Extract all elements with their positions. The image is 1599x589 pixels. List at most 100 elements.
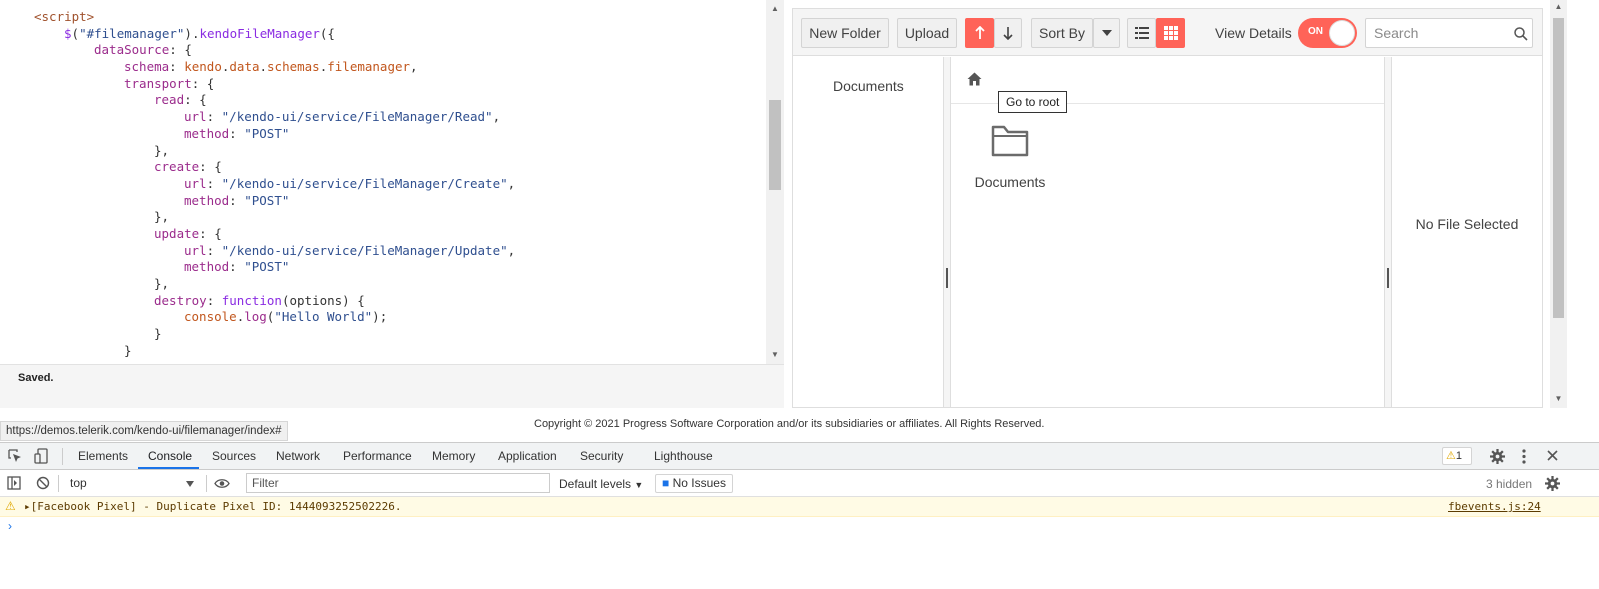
code-line[interactable]: transport: { — [0, 76, 515, 93]
search-input[interactable] — [1366, 19, 1506, 47]
code-line[interactable]: url: "/kendo-ui/service/FileManager/Read… — [0, 109, 515, 126]
warning-icon: ⚠ — [1446, 450, 1456, 462]
sort-ascending-button[interactable] — [965, 18, 994, 48]
code-token: schema — [124, 59, 170, 75]
scroll-up-arrow-icon[interactable]: ▲ — [766, 2, 784, 16]
view-details-switch[interactable]: ON — [1298, 18, 1357, 48]
code-line[interactable]: destroy: function(options) { — [0, 293, 515, 310]
code-token: : — [206, 175, 222, 191]
code-token: : { — [191, 75, 215, 91]
caret-down-icon — [1102, 30, 1112, 36]
console-settings-gear-icon[interactable] — [1545, 476, 1560, 491]
code-line[interactable]: read: { — [0, 92, 515, 109]
code-line[interactable]: url: "/kendo-ui/service/FileManager/Upda… — [0, 243, 515, 260]
grid-view-button[interactable] — [1156, 18, 1185, 48]
code-token: kendo — [184, 59, 222, 75]
code-token: destroy — [154, 292, 207, 308]
code-token: } — [154, 326, 162, 342]
scroll-up-arrow-icon[interactable]: ▲ — [1550, 0, 1567, 14]
issues-icon: ■ — [662, 476, 670, 490]
sort-by-button[interactable]: Sort By — [1031, 18, 1093, 48]
code-line[interactable]: dataSource: { — [0, 42, 515, 59]
log-levels-dropdown[interactable]: Default levels ▼ — [559, 477, 643, 491]
code-area[interactable]: <script> $("#filemanager").kendoFileManag… — [0, 9, 515, 359]
inspect-element-icon[interactable] — [8, 449, 22, 463]
upload-button[interactable]: Upload — [897, 18, 957, 48]
code-line[interactable]: method: "POST" — [0, 126, 515, 143]
code-line[interactable]: method: "POST" — [0, 193, 515, 210]
tree-item-documents[interactable]: Documents — [833, 78, 904, 94]
code-token: method — [184, 125, 230, 141]
code-line[interactable]: }, — [0, 143, 515, 160]
code-line[interactable]: console.log("Hello World"); — [0, 309, 515, 326]
folder-item[interactable]: Documents — [971, 123, 1049, 190]
search-box[interactable] — [1365, 18, 1533, 48]
code-editor[interactable]: <script> $("#filemanager").kendoFileManag… — [0, 0, 784, 364]
context-select[interactable]: top — [66, 474, 198, 493]
code-line[interactable]: update: { — [0, 226, 515, 243]
code-line[interactable]: create: { — [0, 159, 515, 176]
code-token: read — [154, 92, 185, 108]
tab-memory[interactable]: Memory — [432, 449, 475, 463]
device-toolbar-icon[interactable] — [34, 448, 48, 464]
close-icon[interactable] — [1547, 450, 1558, 461]
search-icon[interactable] — [1514, 27, 1528, 41]
splitter-grip[interactable] — [946, 268, 948, 288]
page-scrollbar[interactable]: ▲ ▼ — [1550, 0, 1567, 408]
sort-descending-button[interactable] — [994, 18, 1022, 48]
code-token: : — [229, 125, 245, 141]
editor-scrollbar[interactable]: ▲ ▼ — [766, 0, 784, 364]
tab-elements[interactable]: Elements — [78, 449, 128, 463]
more-options-icon[interactable] — [1522, 449, 1526, 464]
code-token: "POST" — [244, 192, 290, 208]
scroll-down-arrow-icon[interactable]: ▼ — [766, 348, 784, 362]
new-folder-button[interactable]: New Folder — [801, 18, 889, 48]
code-token: function — [221, 292, 282, 308]
home-icon[interactable] — [967, 72, 982, 86]
tab-sources[interactable]: Sources — [212, 449, 256, 463]
issues-label: No Issues — [672, 476, 726, 490]
tab-performance[interactable]: Performance — [343, 449, 412, 463]
code-line[interactable]: $("#filemanager").kendoFileManager({ — [0, 26, 515, 43]
warning-source-link[interactable]: fbevents.js:24 — [1448, 500, 1541, 513]
eye-icon[interactable] — [214, 478, 230, 489]
console-warning-row[interactable]: ⚠ ▸[Facebook Pixel] - Duplicate Pixel ID… — [0, 497, 1599, 517]
code-line[interactable]: }, — [0, 209, 515, 226]
code-line[interactable]: }, — [0, 276, 515, 293]
folder-icon — [991, 125, 1029, 157]
tab-lighthouse[interactable]: Lighthouse — [654, 449, 713, 463]
code-line[interactable]: } — [0, 343, 515, 360]
caret-down-icon: ▼ — [634, 480, 644, 490]
tab-console[interactable]: Console — [148, 449, 192, 463]
tree-splitter[interactable] — [943, 57, 951, 407]
splitter-grip[interactable] — [1387, 268, 1389, 288]
code-line[interactable]: schema: kendo.data.schemas.filemanager, — [0, 59, 515, 76]
tab-application[interactable]: Application — [498, 449, 557, 463]
code-line[interactable]: } — [0, 326, 515, 343]
console-prompt[interactable]: › — [8, 519, 12, 533]
details-splitter[interactable] — [1384, 57, 1392, 407]
editor-scroll-thumb[interactable] — [769, 100, 781, 190]
warnings-badge[interactable]: ⚠1 — [1442, 447, 1472, 465]
tab-security[interactable]: Security — [580, 449, 623, 463]
gear-icon[interactable] — [1490, 449, 1505, 464]
switch-knob[interactable] — [1329, 20, 1355, 46]
arrow-up-icon — [974, 25, 985, 39]
code-token: update — [154, 225, 200, 241]
clear-console-icon[interactable] — [36, 476, 50, 490]
code-token: ). — [184, 25, 200, 41]
code-line[interactable]: <script> — [0, 9, 515, 26]
code-token: "/kendo-ui/service/FileManager/Read" — [221, 109, 493, 125]
code-line[interactable]: url: "/kendo-ui/service/FileManager/Crea… — [0, 176, 515, 193]
code-line[interactable]: method: "POST" — [0, 259, 515, 276]
switch-on-label: ON — [1308, 26, 1323, 37]
page-scroll-thumb[interactable] — [1553, 18, 1564, 318]
code-token: create — [154, 159, 200, 175]
sort-by-dropdown[interactable] — [1093, 18, 1120, 48]
console-filter-input[interactable] — [246, 473, 550, 493]
sidebar-toggle-icon[interactable] — [7, 476, 21, 490]
list-view-button[interactable] — [1127, 18, 1156, 48]
issues-button[interactable]: ■ No Issues — [655, 474, 733, 493]
scroll-down-arrow-icon[interactable]: ▼ — [1550, 392, 1567, 406]
tab-network[interactable]: Network — [276, 449, 320, 463]
